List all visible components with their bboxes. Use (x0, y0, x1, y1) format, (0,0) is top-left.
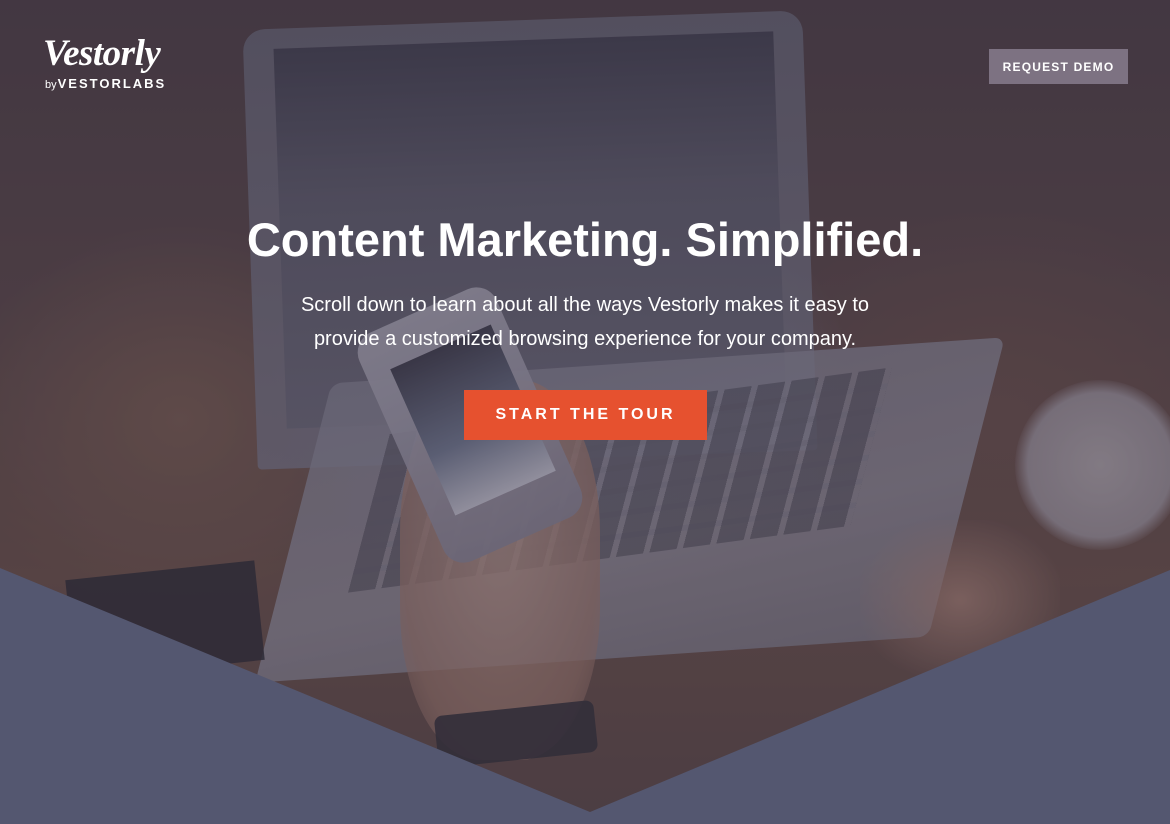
logo-company: VESTORLABS (57, 76, 167, 91)
hero-section: Vestorly byVESTORLABS REQUEST DEMO Conte… (0, 0, 1170, 824)
hero-headline: Content Marketing. Simplified. (246, 213, 924, 266)
start-tour-button[interactable]: START THE TOUR (464, 390, 707, 440)
logo-by: by (45, 79, 57, 91)
logo-wordmark: Vestorly (43, 33, 161, 74)
logo-byline: byVESTORLABS (45, 76, 166, 93)
vestorly-logo[interactable]: Vestorly byVESTORLABS (43, 34, 166, 93)
request-demo-button[interactable]: REQUEST DEMO (989, 49, 1128, 84)
hero-subtext: Scroll down to learn about all the ways … (300, 294, 870, 350)
